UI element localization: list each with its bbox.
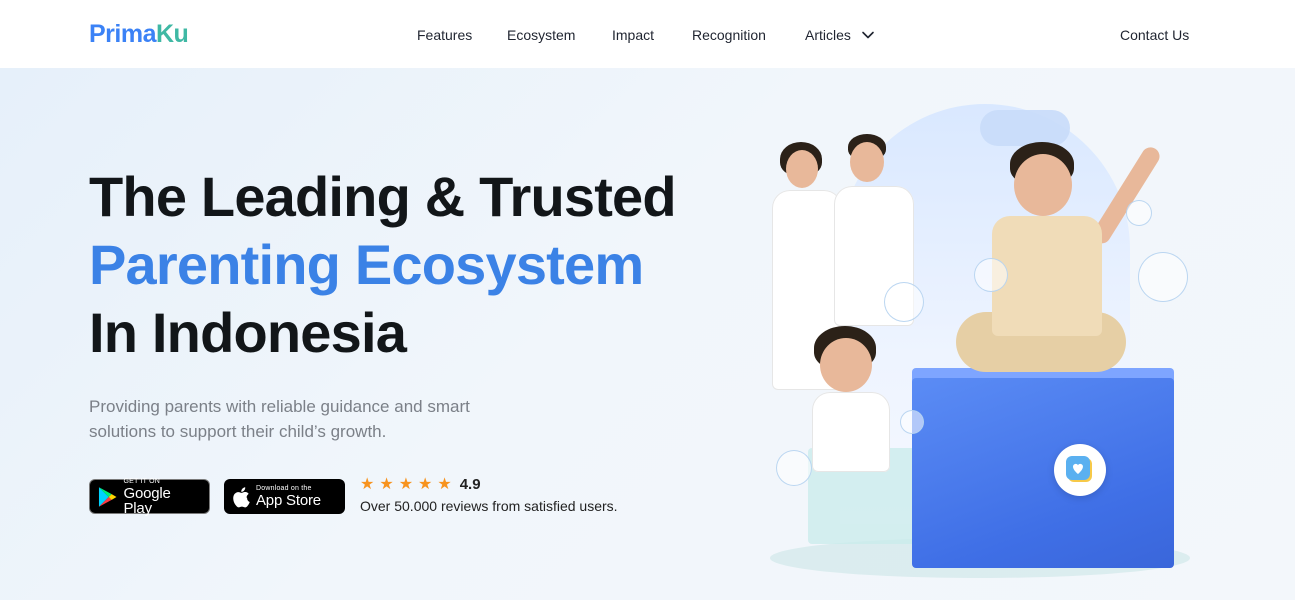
- bubble: [1126, 200, 1152, 226]
- apple-icon: [233, 486, 250, 507]
- star-icon: ★: [360, 475, 375, 493]
- hero-title-line-1: The Leading & Trusted: [89, 165, 677, 228]
- nav-impact[interactable]: Impact: [612, 25, 654, 45]
- bubble: [776, 450, 812, 486]
- primaku-logo[interactable]: PrimaKu: [89, 20, 189, 48]
- nav-features[interactable]: Features: [417, 25, 472, 45]
- app-store-small-text: Download on the: [256, 485, 312, 492]
- hero-title-line-3: In Indonesia: [89, 301, 407, 364]
- app-store-button[interactable]: Download on the App Store: [224, 479, 345, 514]
- star-icon: ★: [418, 475, 433, 493]
- reviews-text: Over 50.000 reviews from satisfied users…: [360, 498, 618, 514]
- nav-ecosystem[interactable]: Ecosystem: [507, 25, 575, 45]
- hero-illustration: [760, 98, 1200, 598]
- logo-text-ku: Ku: [155, 20, 189, 48]
- hero-title-line-2: Parenting Ecosystem: [89, 233, 644, 296]
- rating-block: ★ ★ ★ ★ ★ 4.9: [360, 476, 481, 493]
- nav-articles-dropdown[interactable]: Articles: [805, 25, 875, 45]
- app-store-big-text: App Store: [256, 492, 321, 509]
- chevron-down-icon: [862, 31, 874, 39]
- bubble: [1138, 252, 1188, 302]
- blue-cube: [912, 378, 1174, 568]
- star-rating: ★ ★ ★ ★ ★: [360, 475, 452, 493]
- bubble: [974, 258, 1008, 292]
- bubble: [900, 410, 924, 434]
- cloud-shape: [980, 110, 1070, 146]
- nav-contact-us[interactable]: Contact Us: [1120, 25, 1189, 45]
- rating-score: 4.9: [459, 476, 481, 493]
- star-icon: ★: [398, 475, 414, 493]
- star-icon: ★: [379, 475, 394, 493]
- google-play-big-text: Google Play: [123, 484, 171, 517]
- star-icon: ★: [437, 475, 452, 493]
- site-header: PrimaKu Features Ecosystem Impact Recogn…: [0, 0, 1295, 68]
- logo-text-prima: Prima: [89, 20, 156, 48]
- heart-badge: [1054, 444, 1106, 496]
- google-play-small-text: GET IT ON: [123, 477, 161, 485]
- hero-section: The Leading & Trusted Parenting Ecosyste…: [0, 68, 1295, 600]
- google-play-icon: [98, 486, 117, 507]
- hero-subtitle: Providing parents with reliable guidance…: [89, 397, 470, 441]
- nav-articles-label: Articles: [805, 27, 851, 43]
- google-play-button[interactable]: GET IT ON Google Play: [89, 477, 210, 517]
- bubble: [884, 282, 924, 322]
- nav-recognition[interactable]: Recognition: [692, 25, 766, 45]
- heart-icon: [1066, 456, 1092, 482]
